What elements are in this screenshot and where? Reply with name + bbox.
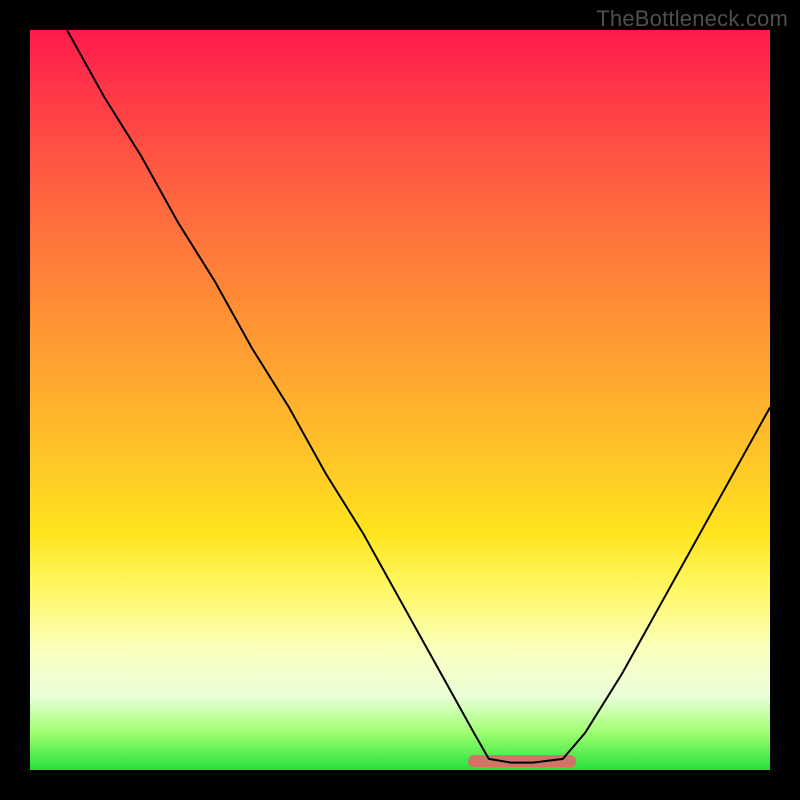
bottleneck-curve <box>67 30 770 763</box>
watermark-text: TheBottleneck.com <box>596 6 788 32</box>
curve-svg <box>30 30 770 770</box>
plot-area <box>30 30 770 770</box>
chart-frame: TheBottleneck.com <box>0 0 800 800</box>
